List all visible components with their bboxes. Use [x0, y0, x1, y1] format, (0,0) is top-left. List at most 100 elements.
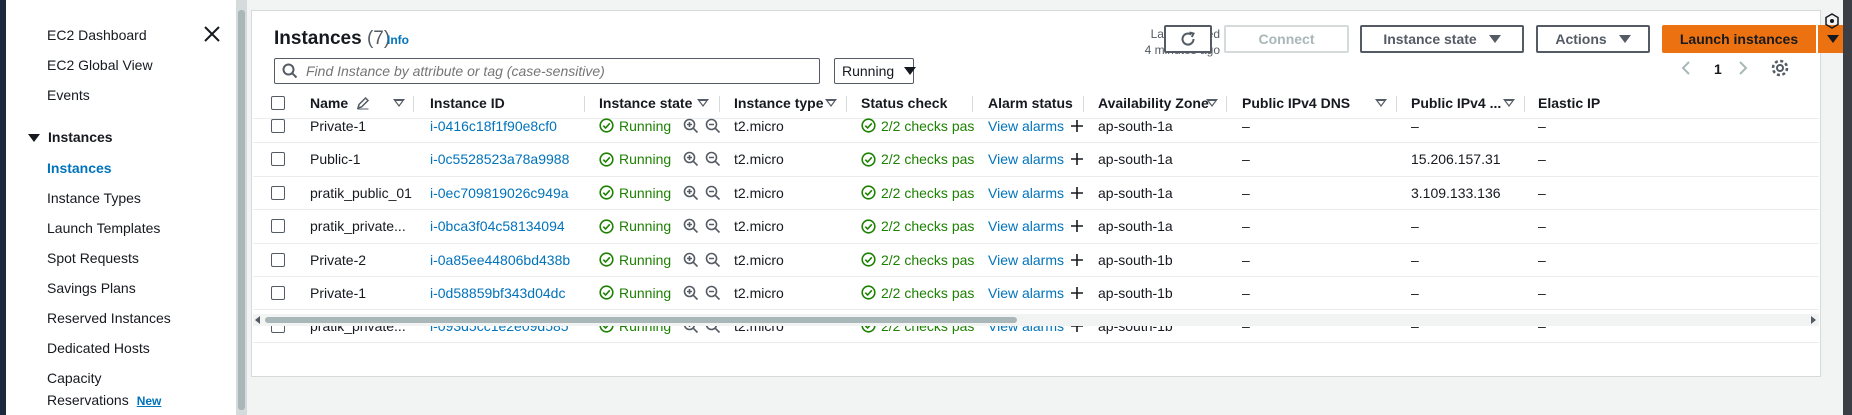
sidebar-item-instances[interactable]: Instances — [47, 160, 112, 176]
launch-instances-button[interactable]: Launch instances — [1662, 25, 1816, 53]
table-row[interactable]: Private-1 i-0d58859bf343d04dc Running t2.mi… — [253, 276, 1819, 310]
add-alarm-icon[interactable] — [1070, 286, 1084, 300]
zoom-in-icon[interactable] — [683, 252, 699, 268]
scroll-left-icon[interactable] — [254, 316, 262, 324]
view-alarms-link[interactable]: View alarms — [988, 218, 1064, 234]
edit-icon[interactable] — [356, 96, 370, 110]
zoom-out-icon[interactable] — [705, 285, 721, 301]
filter-icon[interactable] — [697, 99, 709, 107]
instance-id-link[interactable]: i-0416c18f1f90e8cf0 — [430, 109, 557, 142]
table-row[interactable]: Public-1 i-0c5528523a78a9988 Running t2.mic… — [253, 142, 1819, 177]
scrollbar-thumb[interactable] — [238, 10, 245, 410]
alarm-status: View alarms — [988, 209, 1084, 243]
sidebar-section-instances[interactable]: Instances — [28, 129, 113, 145]
instance-state-button[interactable]: Instance state — [1360, 25, 1524, 53]
sidebar-item-instance-types[interactable]: Instance Types — [47, 190, 141, 206]
view-alarms-link[interactable]: View alarms — [988, 151, 1064, 167]
view-alarms-link[interactable]: View alarms — [988, 185, 1064, 201]
check-circle-icon — [861, 285, 876, 300]
refresh-button[interactable] — [1164, 25, 1212, 53]
sidebar-item-spot-requests[interactable]: Spot Requests — [47, 250, 139, 266]
row-checkbox[interactable] — [271, 152, 285, 166]
sidebar-item-reserved-instances[interactable]: Reserved Instances — [47, 310, 171, 326]
instance-id-link[interactable]: i-0c5528523a78a9988 — [430, 142, 569, 176]
sidebar-scrollbar[interactable] — [236, 0, 247, 415]
view-alarms-link[interactable]: View alarms — [988, 285, 1064, 301]
instance-id-link[interactable]: i-0a85ee44806bd438b — [430, 243, 570, 276]
prev-page-icon[interactable] — [1679, 59, 1693, 77]
horizontal-scrollbar[interactable] — [253, 314, 1819, 326]
alarm-status: View alarms — [988, 142, 1084, 176]
zoom-in-icon[interactable] — [683, 118, 699, 134]
zoom-out-icon[interactable] — [705, 118, 721, 134]
add-alarm-icon[interactable] — [1070, 253, 1084, 267]
gear-icon[interactable] — [1770, 58, 1790, 78]
search-field[interactable] — [274, 58, 820, 84]
zoom-in-icon[interactable] — [683, 151, 699, 167]
scroll-right-icon[interactable] — [1809, 316, 1817, 324]
add-alarm-icon[interactable] — [1070, 186, 1084, 200]
availability-zone: ap-south-1b — [1098, 251, 1173, 268]
sidebar-item-events[interactable]: Events — [47, 87, 90, 103]
public-ipv4: – — [1411, 251, 1419, 268]
row-checkbox[interactable] — [271, 252, 285, 267]
view-alarms-link[interactable]: View alarms — [988, 118, 1064, 134]
next-page-icon[interactable] — [1736, 59, 1750, 77]
instance-id-link[interactable]: i-0ec709819026c949a — [430, 176, 569, 209]
instance-name: Private-2 — [310, 251, 367, 268]
elastic-ip: – — [1538, 218, 1546, 234]
state-filter-select[interactable]: Running — [834, 58, 917, 84]
sidebar-item-savings-plans[interactable]: Savings Plans — [47, 280, 136, 296]
close-icon[interactable] — [202, 24, 222, 44]
add-alarm-icon[interactable] — [1070, 219, 1084, 233]
page-number[interactable]: 1 — [1714, 61, 1722, 77]
sidebar-item-dedicated-hosts[interactable]: Dedicated Hosts — [47, 340, 150, 356]
lifecycle-icon[interactable] — [1825, 13, 1839, 29]
sidebar-item-launch-templates[interactable]: Launch Templates — [47, 220, 160, 236]
table-row[interactable]: pratik_public_01 i-0ec709819026c949a Runni… — [253, 176, 1819, 210]
zoom-out-icon[interactable] — [705, 151, 721, 167]
add-alarm-icon[interactable] — [1070, 119, 1084, 133]
alarm-status: View alarms — [988, 176, 1084, 209]
scrollbar-thumb[interactable] — [265, 317, 1017, 323]
zoom-out-icon[interactable] — [705, 218, 721, 234]
view-alarms-link[interactable]: View alarms — [988, 252, 1064, 268]
zoom-out-icon[interactable] — [705, 252, 721, 268]
row-checkbox[interactable] — [271, 118, 285, 133]
state-filter-value: Running — [842, 63, 895, 79]
zoom-in-icon[interactable] — [683, 185, 699, 201]
filter-icon[interactable] — [1503, 99, 1515, 107]
instance-id-link[interactable]: i-0d58859bf343d04dc — [430, 276, 565, 309]
zoom-in-icon[interactable] — [683, 285, 699, 301]
table-row[interactable]: Private-1 i-0416c18f1f90e8cf0 Running t2.mi… — [253, 109, 1819, 143]
filter-icon[interactable] — [1206, 99, 1218, 107]
filter-icon[interactable] — [393, 99, 405, 107]
select-all-checkbox[interactable] — [271, 96, 285, 110]
availability-zone: ap-south-1b — [1098, 284, 1173, 301]
sidebar-item-ec2-dashboard[interactable]: EC2 Dashboard — [47, 27, 147, 43]
row-checkbox[interactable] — [271, 219, 285, 233]
check-circle-icon — [861, 151, 876, 167]
add-alarm-icon[interactable] — [1070, 152, 1084, 166]
elastic-ip: – — [1538, 251, 1546, 268]
row-checkbox[interactable] — [271, 285, 285, 300]
zoom-out-icon[interactable] — [705, 185, 721, 201]
instance-id-link[interactable]: i-0bca3f04c58134094 — [430, 209, 565, 243]
public-ipv4: 15.206.157.31 — [1411, 151, 1501, 167]
sidebar-item-capacity-reservations-2[interactable]: Reservations New — [47, 392, 161, 408]
filter-icon[interactable] — [825, 99, 837, 107]
info-link[interactable]: Info — [387, 33, 409, 47]
check-circle-icon — [861, 118, 876, 133]
table-row[interactable]: Private-2 i-0a85ee44806bd438b Running t2.mi… — [253, 243, 1819, 277]
row-checkbox[interactable] — [271, 185, 285, 200]
table-row[interactable]: pratik_private... i-0bca3f04c58134094 Runn… — [253, 209, 1819, 244]
sidebar-item-ec2-global-view[interactable]: EC2 Global View — [47, 57, 153, 73]
caret-down-icon — [904, 67, 917, 75]
zoom-in-icon[interactable] — [683, 218, 699, 234]
sidebar-item-capacity-reservations[interactable]: Capacity — [47, 370, 101, 386]
check-circle-icon — [861, 185, 876, 200]
filter-icon[interactable] — [1375, 99, 1387, 107]
connect-button[interactable]: Connect — [1224, 25, 1349, 53]
search-input[interactable] — [304, 62, 808, 80]
actions-button[interactable]: Actions — [1536, 25, 1650, 53]
